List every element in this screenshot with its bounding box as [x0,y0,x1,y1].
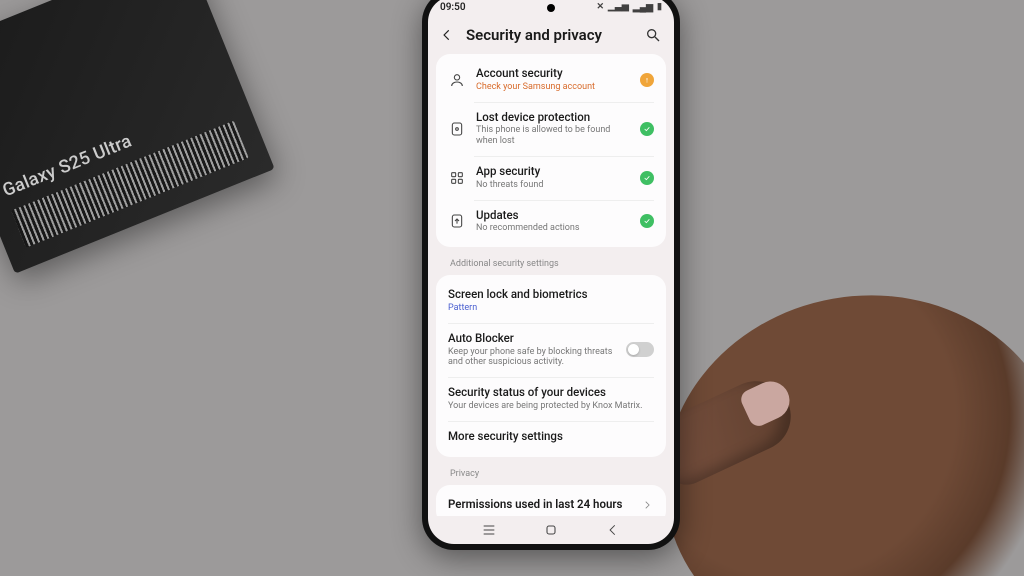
row-title: Updates [476,209,630,223]
privacy-card: Permissions used in last 24 hours [436,485,666,516]
additional-card: Screen lock and biometrics Pattern Auto … [436,275,666,456]
row-subtitle: Your devices are being protected by Knox… [448,401,654,412]
chevron-right-icon [640,498,654,512]
wifi-icon: ▁▃▅ [608,2,629,12]
row-account-security[interactable]: Account security Check your Samsung acco… [436,58,666,102]
signal-icon: ▂▄▆ [633,2,653,13]
person-icon [448,71,466,89]
row-title: Security status of your devices [448,386,654,400]
ok-badge-icon [640,214,654,228]
section-additional: Additional security settings [436,257,666,275]
auto-blocker-toggle[interactable] [626,342,654,357]
row-subtitle: No threats found [476,180,630,191]
row-subtitle: Check your Samsung account [476,82,630,93]
row-subtitle: Pattern [448,303,654,314]
row-screen-lock[interactable]: Screen lock and biometrics Pattern [436,279,666,323]
security-status-card: Account security Check your Samsung acco… [436,54,666,247]
nav-back[interactable] [605,522,621,538]
system-navbar [428,516,674,544]
warning-badge-icon [640,73,654,87]
status-icons: ✕ ▁▃▅ ▂▄▆ ▮ [597,2,663,13]
section-privacy: Privacy [436,467,666,485]
search-button[interactable] [644,26,662,44]
page-header: Security and privacy [428,18,674,54]
ok-badge-icon [640,122,654,136]
back-button[interactable] [438,26,456,44]
row-app-security[interactable]: App security No threats found [436,156,666,200]
apps-icon [448,169,466,187]
row-title: Account security [476,67,630,81]
product-box-prop: Galaxy S25 Ultra [0,0,275,274]
update-icon [448,212,466,230]
camera-punch-hole [547,4,555,12]
row-subtitle: No recommended actions [476,223,630,234]
row-title: Permissions used in last 24 hours [448,498,630,512]
nav-recents[interactable] [481,522,497,538]
search-icon [645,27,661,43]
vibrate-icon: ✕ [597,2,605,12]
battery-icon: ▮ [657,2,662,12]
row-more-security[interactable]: More security settings [436,421,666,453]
row-device-status[interactable]: Security status of your devices Your dev… [436,377,666,421]
nav-home[interactable] [543,522,559,538]
row-permissions[interactable]: Permissions used in last 24 hours [436,489,666,516]
locate-icon [448,120,466,138]
row-auto-blocker[interactable]: Auto Blocker Keep your phone safe by blo… [436,323,666,377]
row-title: App security [476,165,630,179]
row-title: Lost device protection [476,111,630,125]
phone-screen: 09:50 ✕ ▁▃▅ ▂▄▆ ▮ Security and privacy [428,0,674,544]
settings-content[interactable]: Account security Check your Samsung acco… [428,54,674,516]
row-subtitle: This phone is allowed to be found when l… [476,125,630,147]
page-title: Security and privacy [466,26,634,44]
row-subtitle: Keep your phone safe by blocking threats… [448,347,616,369]
row-lost-device[interactable]: Lost device protection This phone is all… [436,102,666,156]
status-time: 09:50 [440,2,466,13]
chevron-left-icon [440,28,454,42]
row-title: Screen lock and biometrics [448,288,654,302]
phone-frame: 09:50 ✕ ▁▃▅ ▂▄▆ ▮ Security and privacy [422,0,680,550]
ok-badge-icon [640,171,654,185]
row-title: More security settings [448,430,654,444]
row-updates[interactable]: Updates No recommended actions [436,200,666,244]
row-title: Auto Blocker [448,332,616,346]
